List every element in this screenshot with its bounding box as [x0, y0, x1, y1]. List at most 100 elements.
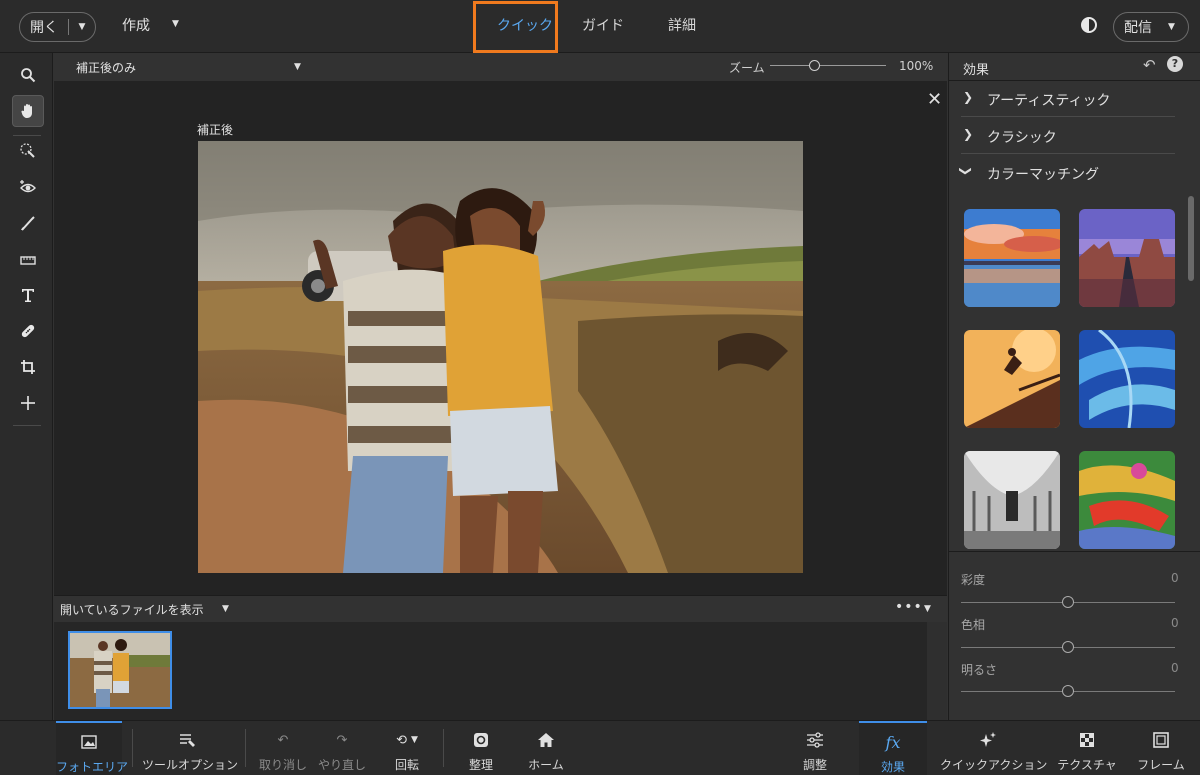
category-color-match[interactable]: ❯ カラーマッチング	[959, 155, 1175, 191]
tab-guided[interactable]: ガイド	[582, 15, 624, 35]
category-label: アーティスティック	[987, 93, 1111, 109]
close-icon[interactable]: ✕	[927, 91, 942, 109]
chevron-down-icon[interactable]: ▼	[69, 22, 95, 32]
photo-bin-header: 開いているファイルを表示 ▼ ••• ▼	[54, 595, 947, 622]
zoom-slider[interactable]	[770, 65, 886, 66]
panel-title: 効果	[963, 63, 990, 78]
redo-label: やり直し	[317, 758, 366, 772]
home-icon	[520, 731, 572, 749]
straighten-tool-icon[interactable]	[12, 243, 44, 275]
red-eye-tool-icon[interactable]	[12, 171, 44, 203]
saturation-label: 彩度	[961, 573, 986, 587]
quick-selection-tool-icon[interactable]	[12, 135, 44, 167]
effect-thumbnail-blue-feathers[interactable]	[1079, 330, 1175, 428]
home-label: ホーム	[528, 758, 564, 772]
crop-tool-icon[interactable]	[12, 351, 44, 383]
chevron-down-icon[interactable]: ▼	[172, 19, 179, 29]
hue-label: 色相	[961, 618, 986, 632]
textures-button[interactable]: テクスチャ	[1055, 721, 1119, 775]
chevron-down-icon[interactable]: ▼	[924, 604, 931, 614]
bottombar-divider	[245, 729, 246, 767]
effects-label: 効果	[880, 760, 905, 774]
share-button[interactable]: 配信 ▼	[1113, 12, 1189, 42]
chevron-down-icon[interactable]: ▼	[222, 604, 229, 614]
photo-thumbnail[interactable]	[68, 631, 172, 709]
spot-healing-tool-icon[interactable]	[12, 315, 44, 347]
photo-bin-select[interactable]: 開いているファイルを表示	[60, 601, 204, 618]
quick-actions-button[interactable]: クイックアクション	[940, 721, 1048, 775]
saturation-value: 0	[1171, 571, 1179, 585]
chevron-down-icon[interactable]: ▼	[294, 62, 301, 72]
whiten-teeth-tool-icon[interactable]	[12, 207, 44, 239]
hue-slider-knob[interactable]	[1062, 641, 1074, 653]
tool-divider	[13, 425, 41, 426]
zoom-tool-icon[interactable]	[12, 59, 44, 91]
bottom-bar: フォトエリア ツールオプション ↶ 取り消し ↷ やり直し ⟲ ▼ 回転 整理 …	[0, 720, 1200, 775]
redo-icon: ↷	[336, 732, 348, 748]
canvas-header: 補正後のみ ▼ ズーム 100%	[54, 53, 947, 81]
share-label: 配信	[1124, 20, 1152, 36]
zoom-value: 100%	[899, 59, 934, 73]
category-label: クラシック	[987, 130, 1057, 146]
create-button[interactable]: 作成	[122, 15, 150, 35]
textures-icon	[1055, 731, 1119, 749]
help-icon[interactable]: ?	[1167, 56, 1183, 72]
effect-thumbnail-desert-road[interactable]	[1079, 209, 1175, 307]
more-options-icon[interactable]: •••	[895, 599, 923, 615]
tool-options-button[interactable]: ツールオプション	[142, 721, 238, 775]
category-artistic[interactable]: ❯ アーティスティック	[961, 81, 1175, 117]
view-select[interactable]: 補正後のみ	[76, 59, 136, 76]
frames-button[interactable]: フレーム	[1134, 721, 1188, 775]
organizer-label: 整理	[468, 758, 493, 772]
highlight-box	[473, 1, 558, 53]
quick-actions-label: クイックアクション	[940, 758, 1048, 772]
effect-thumbnail-skateboarder[interactable]	[964, 330, 1060, 428]
effect-thumbnail-cloister[interactable]	[964, 451, 1060, 549]
photo-bin-button[interactable]: フォトエリア	[56, 721, 129, 775]
main-photo[interactable]	[198, 141, 803, 573]
tool-options-icon	[142, 731, 234, 749]
panel-divider	[949, 551, 1200, 552]
move-tool-icon[interactable]	[12, 387, 44, 419]
organizer-icon	[456, 731, 506, 749]
hand-tool-icon[interactable]	[12, 95, 44, 127]
brightness-slider-knob[interactable]	[1062, 685, 1074, 697]
panel-scrollbar[interactable]	[1188, 196, 1194, 281]
tools-panel	[0, 53, 53, 720]
photo-bin-scrollbar[interactable]	[927, 622, 947, 720]
bottombar-divider	[443, 729, 444, 767]
photo-bin-label: フォトエリア	[56, 760, 129, 774]
after-view-label: 補正後	[197, 123, 234, 137]
redo-button[interactable]: ↷ やり直し	[313, 721, 371, 775]
quick-actions-icon	[940, 731, 1036, 749]
theme-toggle-icon[interactable]	[1081, 17, 1097, 33]
effect-thumbnail-sunset-lake[interactable]	[964, 209, 1060, 307]
chevron-down-icon: ❯	[959, 165, 974, 177]
bottombar-divider	[132, 729, 133, 767]
home-button[interactable]: ホーム	[520, 721, 572, 775]
effects-button[interactable]: fx 効果	[859, 721, 927, 775]
open-button[interactable]: 開く ▼	[19, 12, 96, 42]
rotate-button[interactable]: ⟲ ▼ 回転	[381, 721, 433, 775]
saturation-slider-knob[interactable]	[1062, 596, 1074, 608]
top-bar: 開く ▼ 作成 ▼ クイック ガイド 詳細 配信 ▼	[0, 0, 1200, 53]
tab-expert[interactable]: 詳細	[668, 15, 696, 35]
type-tool-icon[interactable]	[12, 279, 44, 311]
effects-panel: 効果 ↶ ? ❯ アーティスティック ❯ クラシック ❯ カラーマッチング 彩度…	[948, 53, 1200, 720]
adjustments-button[interactable]: 調整	[790, 721, 840, 775]
undo-icon: ↶	[277, 732, 289, 748]
undo-button[interactable]: ↶ 取り消し	[254, 721, 312, 775]
zoom-slider-knob[interactable]	[808, 60, 820, 71]
chevron-right-icon: ❯	[963, 127, 974, 141]
brightness-label: 明るさ	[961, 663, 998, 677]
undo-label: 取り消し	[258, 758, 307, 772]
category-classic[interactable]: ❯ クラシック	[961, 118, 1175, 154]
photo-bin	[54, 622, 927, 720]
chevron-down-icon: ▼	[1168, 22, 1175, 32]
rotate-icon: ⟲ ▼	[396, 732, 418, 748]
effect-thumbnail-paint-splash[interactable]	[1079, 451, 1175, 549]
effects-icon: fx	[885, 732, 901, 752]
organizer-button[interactable]: 整理	[456, 721, 506, 775]
zoom-label: ズーム	[729, 61, 765, 75]
reset-icon[interactable]: ↶	[1143, 56, 1156, 74]
